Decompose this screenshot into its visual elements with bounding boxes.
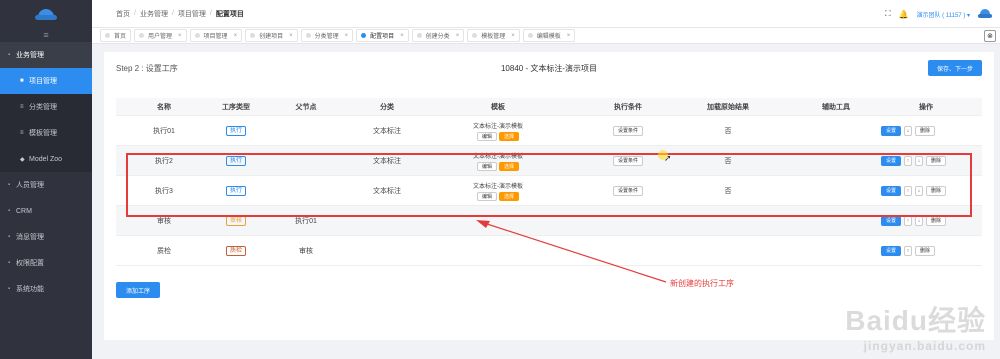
watermark: Baidu经验 jingyan.baidu.com: [845, 299, 986, 353]
watermark-main: Baidu经验: [845, 305, 986, 336]
annotation-text: 新创建的执行工序: [670, 279, 734, 288]
mouse-cursor-icon: ➚: [664, 153, 672, 163]
watermark-sub: jingyan.baidu.com: [863, 339, 986, 353]
